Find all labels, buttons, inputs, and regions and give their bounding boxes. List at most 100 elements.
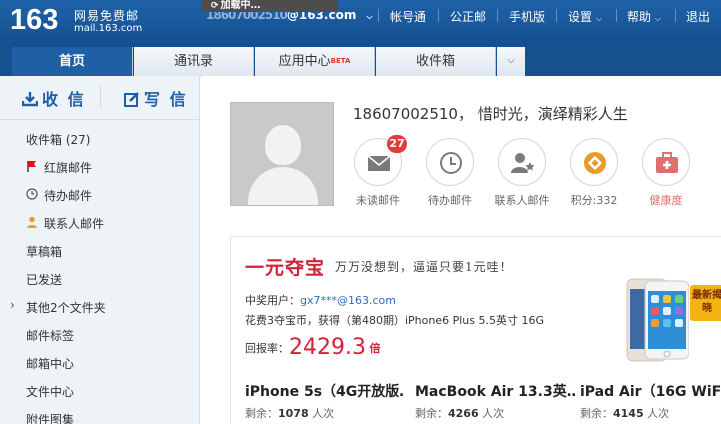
divider [100, 86, 101, 108]
product-name[interactable]: iPad Air（16G WiFi… [580, 381, 721, 401]
main-content: 18607002510， 惜时光，演绎精彩人生 27 未读邮件 待办邮件 联系人… [201, 76, 721, 424]
folder-tags[interactable]: 邮件标签 [26, 327, 74, 344]
top-bar: 163 网易免费邮 mail.163.com 18607002510@163.c… [0, 0, 721, 45]
main-tabs: 首页 通讯录 应用中心BETA 收件箱 ⌵ [0, 45, 721, 78]
newest-tag: 最新揭晓 [690, 285, 721, 321]
stat-unread[interactable]: 27 未读邮件 [343, 135, 413, 208]
receive-button[interactable]: 收 信 [21, 86, 86, 110]
medical-kit-icon [656, 152, 678, 173]
remaining-unit: 人次 [643, 407, 670, 420]
tab-app-center[interactable]: 应用中心BETA [255, 47, 375, 78]
folder-file-center[interactable]: 文件中心 [26, 383, 74, 400]
tab-inbox[interactable]: 收件箱 [376, 47, 496, 78]
folder-todo[interactable]: 待办邮件 [26, 187, 92, 204]
remaining-label: 剩余： [580, 407, 613, 420]
folder-attachments[interactable]: 附件图集 [26, 411, 74, 424]
rate-label: 回报率： [245, 342, 289, 355]
receive-label: 收 信 [42, 90, 86, 109]
remaining-value: 1078 [278, 407, 309, 420]
loading-text: 加载中… [220, 0, 261, 11]
divider [675, 9, 676, 22]
nav-settings-label: 设置 [568, 10, 593, 24]
folder-red-flag[interactable]: 红旗邮件 [26, 159, 92, 176]
stat-contact-mail[interactable]: 联系人邮件 [487, 138, 557, 208]
loading-indicator: ⟳ 加载中… [201, 0, 338, 12]
divider [378, 9, 379, 22]
product-name[interactable]: MacBook Air 13.3英… [415, 381, 575, 401]
product-remaining: 剩余：4266 人次 [415, 405, 504, 421]
stat-circle: 27 [354, 135, 407, 186]
person-icon [27, 216, 37, 228]
nav-logout-link[interactable]: 退出 [686, 8, 710, 25]
rate-line: 回报率：2429.3 倍 [245, 335, 380, 360]
logo-number: 163 [10, 4, 59, 36]
folder-mail-center[interactable]: 邮箱中心 [26, 355, 74, 372]
folder-contacts-mail[interactable]: 联系人邮件 [26, 215, 104, 232]
folder-drafts[interactable]: 草稿箱 [26, 243, 62, 260]
winner-email[interactable]: gx7***@163.com [300, 294, 396, 307]
winner-label: 中奖用户： [245, 294, 300, 307]
nav-help-label: 帮助 [627, 10, 652, 24]
chevron-down-icon: ⌵ [595, 14, 602, 23]
winner-description: 花费3夺宝币，获得（第480期）iPhone6 Plus 5.5英寸 16G [245, 314, 545, 327]
folder-label: 待办邮件 [44, 189, 93, 203]
nav-fair-mail-link[interactable]: 公正邮 [450, 8, 486, 25]
coin-icon [584, 152, 606, 174]
avatar-head [265, 125, 301, 165]
tab-home[interactable]: 首页 [12, 47, 133, 78]
write-button[interactable]: 写 信 [124, 86, 188, 110]
rate-value: 2429.3 [289, 335, 366, 360]
folder-others[interactable]: › 其他2个文件夹 [10, 298, 106, 316]
download-icon [21, 92, 39, 107]
stat-health[interactable]: 健康度 [631, 138, 701, 208]
envelope-icon [367, 155, 391, 171]
tab-contacts[interactable]: 通讯录 [134, 47, 254, 78]
stat-label: 联系人邮件 [494, 194, 550, 207]
promo-title[interactable]: 一元夺宝 [245, 253, 325, 280]
profile-name: 18607002510， 惜时光，演绎精彩人生 [353, 105, 628, 123]
divider [438, 9, 439, 22]
spinner-icon: ⟳ [211, 1, 219, 11]
clock-icon [26, 188, 38, 200]
stat-circle [570, 138, 618, 186]
nav-settings-menu[interactable]: 设置 ⌵ [568, 8, 602, 25]
stat-todo[interactable]: 待办邮件 [415, 138, 485, 208]
divider [556, 9, 557, 22]
nav-help-menu[interactable]: 帮助 ⌵ [627, 8, 661, 25]
logo-domain: mail.163.com [74, 23, 143, 34]
red-flag-icon [27, 161, 36, 172]
folder-sent[interactable]: 已发送 [26, 271, 62, 288]
contact-star-icon [511, 153, 535, 173]
chevron-down-icon: ⌵ [654, 14, 661, 23]
avatar[interactable] [230, 102, 334, 206]
iphone-product-image[interactable] [623, 277, 689, 363]
remaining-label: 剩余： [415, 407, 448, 420]
folder-label: 收件箱 (27) [26, 133, 91, 147]
divider [497, 9, 498, 22]
pencil-icon [124, 92, 139, 107]
remaining-value: 4145 [613, 407, 644, 420]
stat-circle [642, 138, 690, 186]
chevron-right-icon: › [10, 298, 15, 312]
stat-label: 健康度 [649, 194, 683, 207]
winner-line: 中奖用户：gx7***@163.com [245, 292, 396, 308]
folder-inbox[interactable]: 收件箱 (27) [26, 131, 90, 148]
folder-label: 联系人邮件 [44, 217, 105, 231]
nav-mobile-link[interactable]: 手机版 [509, 8, 545, 25]
remaining-value: 4266 [448, 407, 479, 420]
sidebar: 收 信 写 信 收件箱 (27) 红旗邮件 待办邮件 联系人邮件 草稿箱 已发送… [0, 76, 200, 424]
tabs-more-button[interactable]: ⌵ [497, 47, 525, 76]
avatar-body [248, 167, 318, 205]
remaining-unit: 人次 [308, 407, 335, 420]
tab-app-center-label: 应用中心 [278, 54, 331, 69]
nav-account-link[interactable]: 帐号通 [390, 8, 426, 25]
stat-label: 未读邮件 [356, 194, 400, 207]
stat-circle [498, 138, 546, 186]
product-name[interactable]: iPhone 5s（4G开放版… [245, 381, 405, 401]
remaining-label: 剩余： [245, 407, 278, 420]
compose-row: 收 信 写 信 [0, 76, 200, 120]
write-label: 写 信 [144, 90, 188, 109]
stat-points[interactable]: 积分:332 [559, 138, 629, 208]
promo-slogan: 万万没想到，逼逼只要1元哇！ [335, 260, 513, 274]
clock-icon [440, 152, 462, 174]
